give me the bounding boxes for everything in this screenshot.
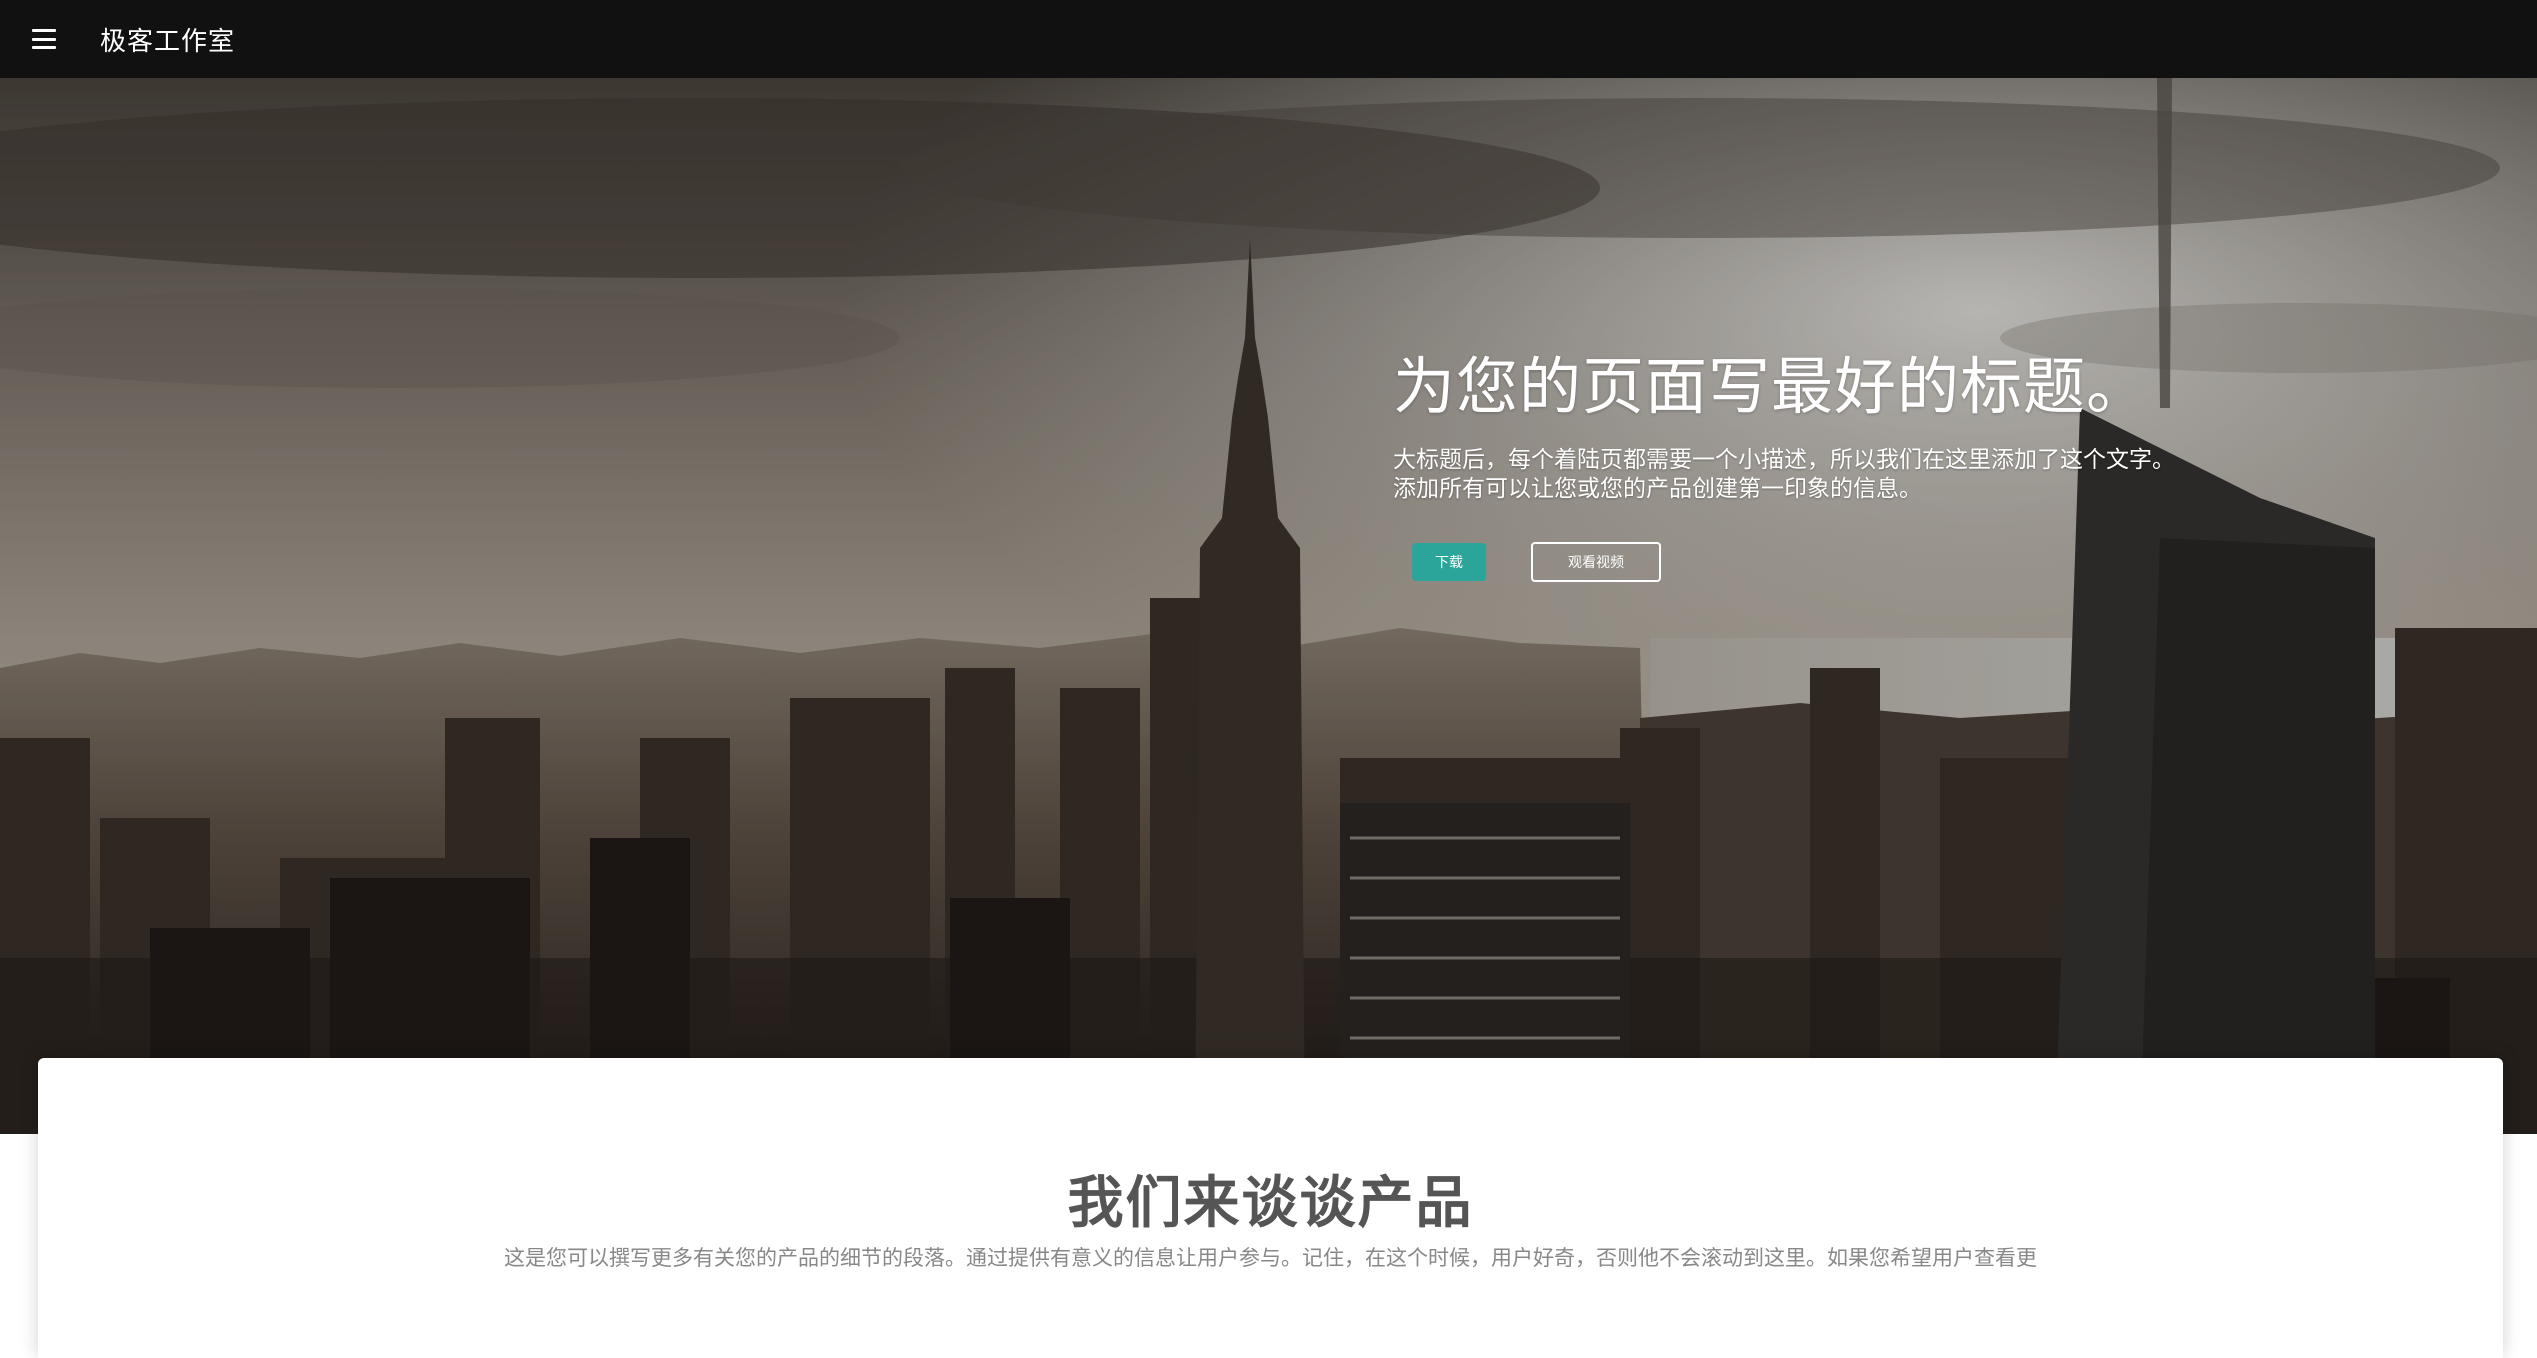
- hero-description: 大标题后，每个着陆页都需要一个小描述，所以我们在这里添加了这个文字。 添加所有可…: [1393, 446, 2393, 504]
- hero-actions: 下载 观看视频: [1393, 542, 2393, 583]
- download-button[interactable]: 下载: [1412, 543, 1486, 582]
- product-section-title: 我们来谈谈产品: [1067, 1171, 1474, 1236]
- product-section-text: 这是您可以撰写更多有关您的产品的细节的段落。通过提供有意义的信息让用户参与。记住…: [504, 1246, 2037, 1270]
- city-skyline-image: [0, 78, 2537, 1134]
- hero-description-line: 大标题后，每个着陆页都需要一个小描述，所以我们在这里添加了这个文字。: [1393, 447, 2175, 474]
- menu-bar: [32, 29, 56, 32]
- hero-section: 为您的页面写最好的标题。 大标题后，每个着陆页都需要一个小描述，所以我们在这里添…: [0, 78, 2537, 1134]
- top-navbar: 极客工作室: [0, 0, 2537, 78]
- watch-video-button[interactable]: 观看视频: [1531, 542, 1661, 583]
- brand-title[interactable]: 极客工作室: [100, 21, 235, 58]
- menu-bar: [32, 46, 56, 49]
- hero-title: 为您的页面写最好的标题。: [1393, 350, 2150, 423]
- hamburger-menu-icon[interactable]: [32, 29, 58, 49]
- hero-content: 为您的页面写最好的标题。 大标题后，每个着陆页都需要一个小描述，所以我们在这里添…: [1393, 350, 2393, 583]
- hero-description-line: 添加所有可以让您或您的产品创建第一印象的信息。: [1393, 476, 1922, 503]
- product-section-card: 我们来谈谈产品 这是您可以撰写更多有关您的产品的细节的段落。通过提供有意义的信息…: [38, 1058, 2503, 1358]
- menu-bar: [32, 37, 56, 41]
